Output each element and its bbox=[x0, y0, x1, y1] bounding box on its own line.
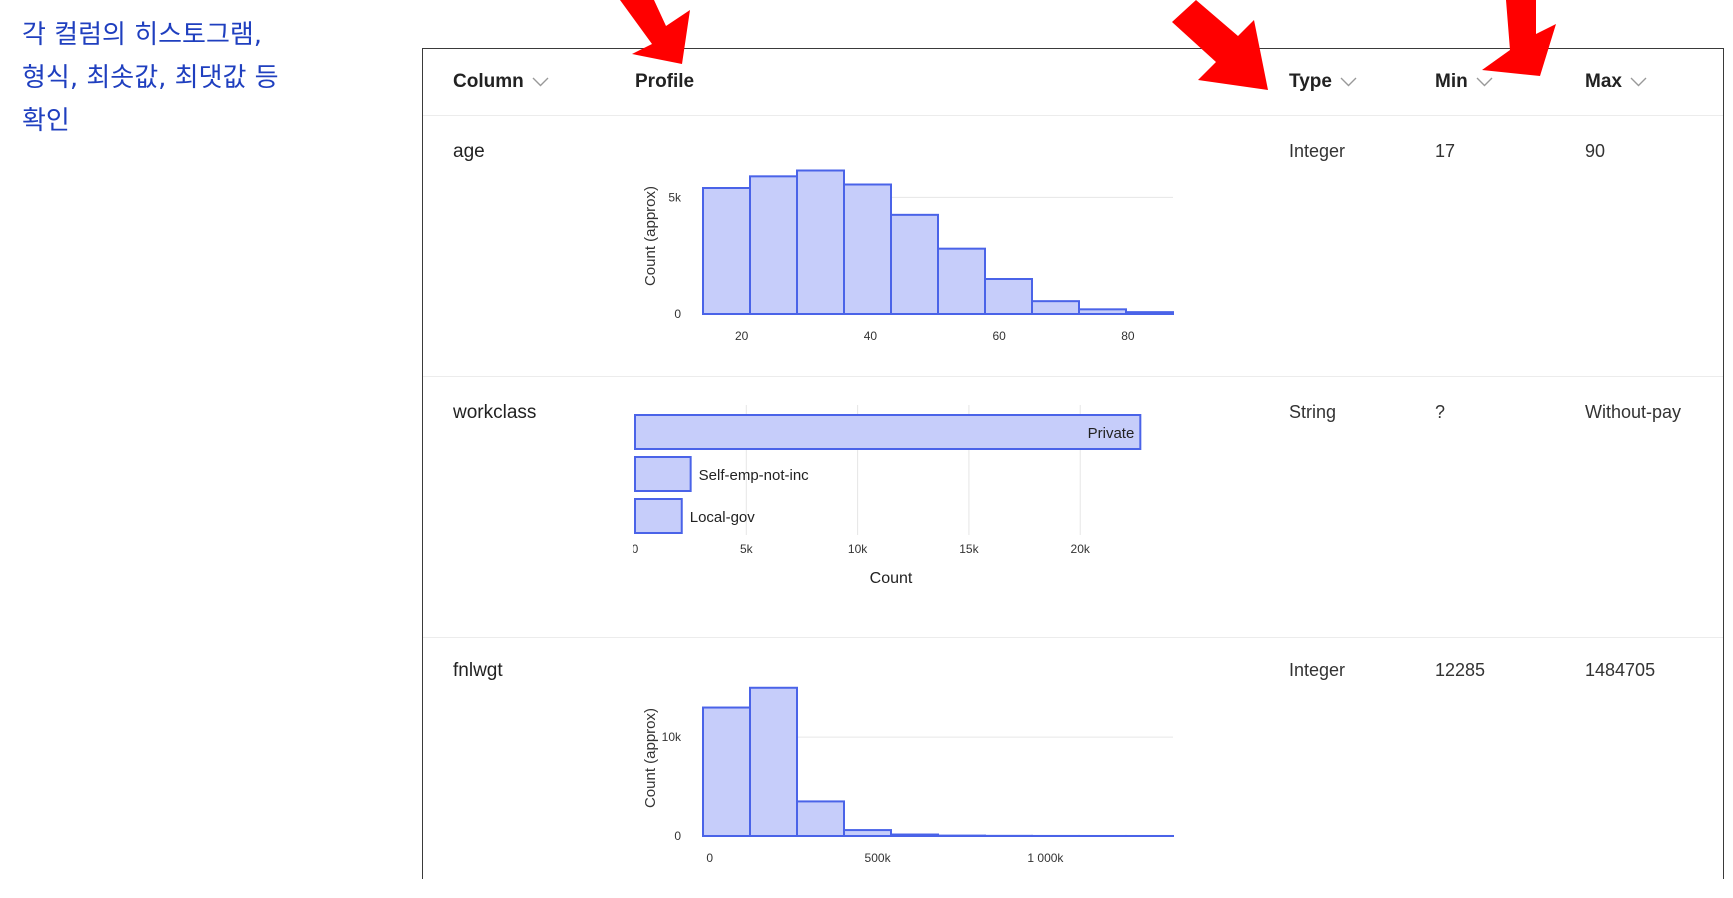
header-max[interactable]: Max bbox=[1585, 71, 1647, 93]
table-row-fnlwgt[interactable]: fnlwgt 0 10k 0 500k 1 000k Count (approx) Int… bbox=[423, 638, 1723, 898]
x-tick-label: 20k bbox=[1071, 542, 1091, 556]
annotation-text: 각 컬럼의 히스토그램, 형식, 최솟값, 최댓값 등 확인 bbox=[22, 14, 382, 143]
header-column[interactable]: Column bbox=[453, 71, 549, 93]
x-tick-label: 10k bbox=[848, 542, 868, 556]
x-tick-label: 0 bbox=[706, 851, 713, 865]
bar bbox=[635, 457, 691, 491]
x-tick-label: 40 bbox=[864, 329, 878, 343]
y-tick-label: 0 bbox=[674, 307, 681, 321]
histogram-bar bbox=[703, 188, 750, 314]
header-type-label: Type bbox=[1289, 71, 1332, 93]
type-value: String bbox=[1289, 402, 1336, 423]
x-tick-label: 5k bbox=[740, 542, 754, 556]
red-arrow-icon bbox=[610, 0, 700, 70]
x-tick-label: 1 000k bbox=[1027, 851, 1064, 865]
column-name: fnlwgt bbox=[453, 660, 503, 682]
histogram-bar bbox=[891, 835, 938, 836]
min-value: 12285 bbox=[1435, 660, 1485, 681]
column-profile-table: Column Profile Type Min Max age 0 5k 20 40 6… bbox=[422, 48, 1724, 879]
y-tick-label: 5k bbox=[668, 190, 682, 204]
y-tick-label: 10k bbox=[662, 730, 682, 744]
header-min-label: Min bbox=[1435, 71, 1468, 93]
header-profile-label: Profile bbox=[635, 71, 694, 93]
max-value: 1484705 bbox=[1585, 660, 1655, 681]
x-tick-label: 80 bbox=[1121, 329, 1135, 343]
chevron-down-icon bbox=[532, 77, 549, 87]
histogram-bar bbox=[938, 249, 985, 314]
histogram-bar bbox=[1126, 312, 1173, 314]
workclass-bar-chart: 0 5k 10k 15k 20k Private Self-emp-not-inc Local… bbox=[633, 385, 1193, 625]
x-tick-label: 500k bbox=[865, 851, 892, 865]
histogram-bar bbox=[844, 830, 891, 836]
y-axis-label: Count (approx) bbox=[642, 708, 659, 808]
chevron-down-icon bbox=[1630, 77, 1647, 87]
histogram-bar bbox=[750, 688, 797, 836]
table-row-workclass[interactable]: workclass 0 5k 10k 15k 20k Private Self-emp-no… bbox=[423, 377, 1723, 638]
histogram-bar bbox=[891, 215, 938, 314]
fnlwgt-histogram: 0 10k 0 500k 1 000k Count (approx) bbox=[633, 648, 1193, 878]
histogram-bar bbox=[797, 801, 844, 836]
histogram-bar bbox=[1032, 301, 1079, 314]
histogram-bar bbox=[703, 708, 750, 836]
header-max-label: Max bbox=[1585, 71, 1622, 93]
min-value: ? bbox=[1435, 402, 1445, 423]
chevron-down-icon bbox=[1340, 77, 1357, 87]
histogram-bar bbox=[1079, 309, 1126, 314]
y-axis-label: Count (approx) bbox=[642, 186, 659, 286]
bar bbox=[635, 499, 682, 533]
x-tick-label: 15k bbox=[959, 542, 979, 556]
type-value: Integer bbox=[1289, 141, 1345, 162]
max-value: Without-pay bbox=[1585, 402, 1681, 423]
y-tick-label: 0 bbox=[674, 829, 681, 843]
bar-label: Private bbox=[1088, 425, 1135, 442]
histogram-bar bbox=[844, 185, 891, 315]
column-name: workclass bbox=[453, 402, 536, 424]
red-arrow-icon bbox=[1172, 0, 1282, 95]
bar-label: Self-emp-not-inc bbox=[699, 467, 810, 484]
max-value: 90 bbox=[1585, 141, 1605, 162]
red-arrow-icon bbox=[1470, 0, 1570, 80]
histogram-bar bbox=[985, 279, 1032, 314]
age-histogram: 0 5k 20 40 60 80 Count (approx) bbox=[633, 126, 1193, 356]
header-profile: Profile bbox=[635, 71, 694, 93]
histogram-bar bbox=[750, 176, 797, 314]
histogram-bar bbox=[797, 171, 844, 315]
bar bbox=[635, 415, 1140, 449]
x-tick-label: 20 bbox=[735, 329, 749, 343]
header-type[interactable]: Type bbox=[1289, 71, 1357, 93]
x-axis-label: Count bbox=[870, 570, 913, 587]
header-column-label: Column bbox=[453, 71, 524, 93]
type-value: Integer bbox=[1289, 660, 1345, 681]
table-row-age[interactable]: age 0 5k 20 40 60 80 Count (approx) Integer 17… bbox=[423, 116, 1723, 377]
x-tick-label: 60 bbox=[992, 329, 1006, 343]
column-name: age bbox=[453, 141, 485, 163]
x-tick-label: 0 bbox=[633, 542, 639, 556]
min-value: 17 bbox=[1435, 141, 1455, 162]
bar-label: Local-gov bbox=[690, 509, 756, 526]
